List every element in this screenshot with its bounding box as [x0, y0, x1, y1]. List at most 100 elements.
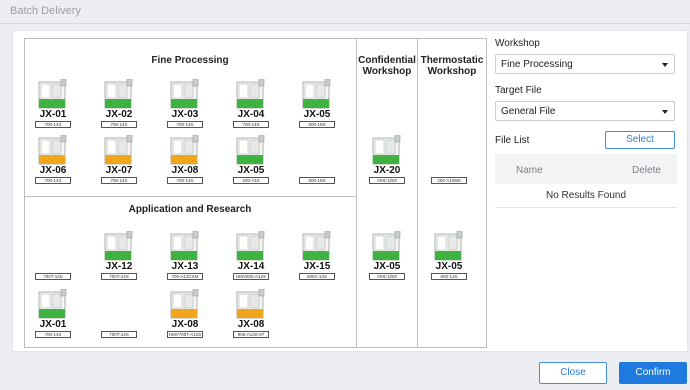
machine-card[interactable]: JX-02 700-14S — [99, 77, 139, 133]
machine-model-tag: 700T-14S — [35, 273, 71, 280]
machine-model-tag: 600A-13S — [299, 273, 335, 280]
machine-name: JX-05 — [237, 165, 265, 176]
zone-title-fine-processing: Fine Processing — [151, 55, 229, 66]
machine-name: JX-06 — [39, 165, 67, 176]
machine-icon — [434, 230, 464, 261]
machine-model-tag: 200-A15 — [233, 177, 269, 184]
machine-name: JX-13 — [171, 261, 199, 272]
machine-name: JX-08 — [237, 319, 265, 330]
machine-icon — [302, 230, 332, 261]
machine-card[interactable]: JX-06 700-14S — [33, 133, 73, 189]
machine-model-tag: 700T-14S — [101, 331, 137, 338]
machine-model-tag: 600-13S — [431, 273, 467, 280]
zone-divider — [356, 39, 357, 347]
machine-name: JX-05 — [303, 109, 331, 120]
machine-name: JX-05 — [373, 261, 401, 272]
machine-model-tag: VMC1000 — [369, 177, 405, 184]
machine-card[interactable]: 700T-14S — [99, 287, 139, 343]
select-file-button[interactable]: Select — [605, 131, 675, 149]
machine-icon — [38, 288, 68, 319]
zone-title-confidential: Confidential Workshop — [358, 55, 416, 77]
machine-icon — [104, 134, 134, 165]
machine-card[interactable]: JX-05 VMC1000 — [367, 229, 407, 285]
machine-icon — [38, 134, 68, 165]
machine-model-tag: 700-14S — [101, 177, 137, 184]
workshop-label: Workshop — [495, 38, 540, 49]
machine-icon — [170, 134, 200, 165]
machine-icon — [104, 78, 134, 109]
machine-model-tag: 900-A13S-07 — [233, 331, 269, 338]
machine-icon — [236, 134, 266, 165]
machine-icon — [372, 134, 402, 165]
machine-icon — [170, 230, 200, 261]
machine-card[interactable]: JX-05 200-A15 — [231, 133, 271, 189]
machine-icon — [236, 288, 266, 319]
machine-model-tag: 700-14S — [35, 331, 71, 338]
machine-card[interactable]: JX-13 700-A12CSM — [165, 229, 205, 285]
target-file-label: Target File — [495, 85, 542, 96]
machine-card[interactable]: JX-20 VMC1000 — [367, 133, 407, 189]
zone-divider — [25, 196, 356, 197]
machine-card[interactable]: JX-12 700T-14S — [99, 229, 139, 285]
machine-model-tag: 700-14S — [233, 121, 269, 128]
dialog-titlebar: Batch Delivery — [0, 0, 690, 24]
machine-model-tag: 800-15S — [299, 177, 335, 184]
machine-name: JX-02 — [105, 109, 133, 120]
machine-name: JX-08 — [171, 319, 199, 330]
machine-model-tag: 700T-14S — [101, 273, 137, 280]
machine-model-tag: 700-14S — [167, 121, 203, 128]
close-button[interactable]: Close — [539, 362, 607, 384]
machine-icon — [236, 230, 266, 261]
machine-model-tag: 700-14S — [101, 121, 137, 128]
target-file-select[interactable]: General File — [495, 101, 675, 121]
machine-model-tag: HMV700T-A12S — [167, 331, 203, 338]
machine-model-tag: HMV500-A12S — [233, 273, 269, 280]
workshop-floor-plan: Fine Processing Application and Research… — [24, 38, 487, 348]
machine-name: JX-03 — [171, 109, 199, 120]
machine-name: JX-01 — [39, 109, 67, 120]
machine-card[interactable]: JX-07 700-14S — [99, 133, 139, 189]
machine-icon — [104, 230, 134, 261]
machine-icon — [38, 78, 68, 109]
machine-card[interactable]: JX-08 HMV700T-A12S — [165, 287, 205, 343]
machine-card[interactable]: JX-08 700-14S — [165, 133, 205, 189]
machine-card[interactable]: JX-14 HMV500-A12S — [231, 229, 271, 285]
target-file-select-value: General File — [501, 106, 556, 117]
machine-card[interactable]: JX-05 600-13S — [429, 229, 469, 285]
machine-name: JX-14 — [237, 261, 265, 272]
machine-model-tag: 700-14S — [35, 121, 71, 128]
machine-card[interactable]: JX-15 600A-13S — [297, 229, 337, 285]
machine-card[interactable]: JX-01 700-14S — [33, 77, 73, 133]
machine-model-tag: 200-A105M — [431, 177, 467, 184]
machine-card[interactable]: 700T-14S — [33, 229, 73, 285]
batch-delivery-dialog: Batch Delivery Fine Processing Applicati… — [0, 0, 690, 390]
chevron-down-icon — [662, 110, 668, 114]
column-header-delete: Delete — [632, 165, 661, 176]
machine-model-tag: 700-A12CSM — [167, 273, 203, 280]
machine-name: JX-12 — [105, 261, 133, 272]
zone-title-thermostatic: Thermostatic Workshop — [420, 55, 484, 77]
column-header-name: Name — [516, 165, 543, 176]
machine-icon — [372, 230, 402, 261]
workshop-select[interactable]: Fine Processing — [495, 54, 675, 74]
file-list-table-header: Name Delete — [495, 154, 677, 184]
machine-model-tag: 700-14S — [35, 177, 71, 184]
machine-card[interactable]: JX-03 700-14S — [165, 77, 205, 133]
machine-card[interactable]: 200-A105M — [429, 133, 469, 189]
machine-card[interactable]: 800-15S — [297, 133, 337, 189]
machine-icon — [170, 288, 200, 319]
dialog-title: Batch Delivery — [10, 5, 81, 17]
machine-icon — [302, 78, 332, 109]
machine-card[interactable]: JX-01 700-14S — [33, 287, 73, 343]
workshop-select-value: Fine Processing — [501, 59, 573, 70]
machine-card[interactable]: JX-04 700-14S — [231, 77, 271, 133]
machine-model-tag: 700-14S — [167, 177, 203, 184]
machine-name: JX-08 — [171, 165, 199, 176]
machine-card[interactable]: JX-08 900-A13S-07 — [231, 287, 271, 343]
confirm-button[interactable]: Confirm — [619, 362, 687, 384]
machine-card[interactable]: JX-05 800-15S — [297, 77, 337, 133]
file-list-empty-state: No Results Found — [495, 184, 677, 208]
machine-name: JX-01 — [39, 319, 67, 330]
machine-name: JX-20 — [373, 165, 401, 176]
chevron-down-icon — [662, 63, 668, 67]
